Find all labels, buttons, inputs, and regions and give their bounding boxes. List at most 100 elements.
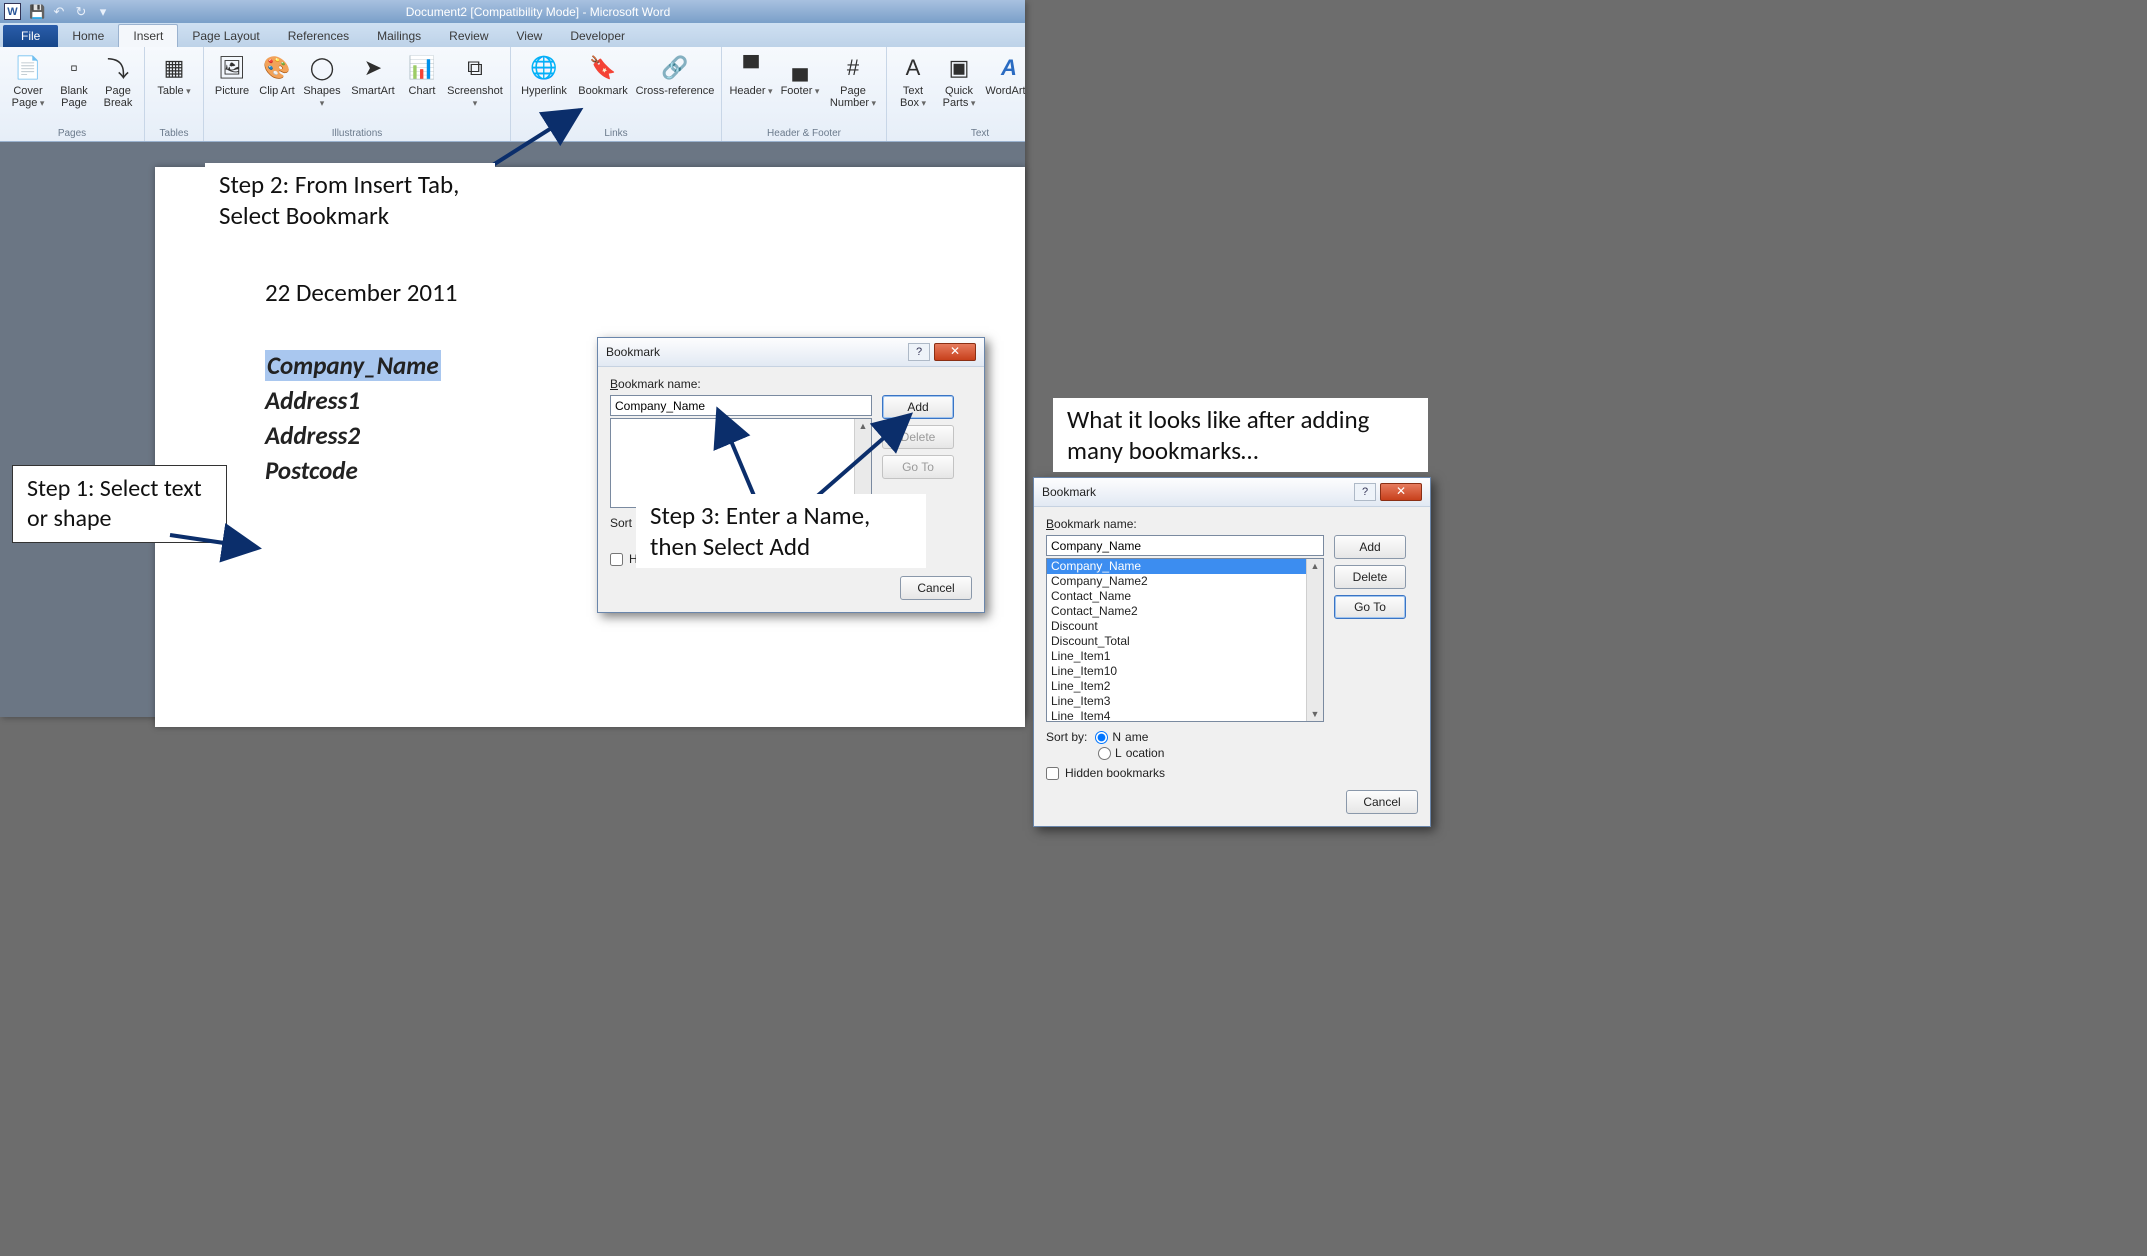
header-icon: ▀ bbox=[735, 52, 767, 84]
save-icon[interactable]: 💾 bbox=[29, 4, 45, 20]
wordart-button[interactable]: AWordArt bbox=[985, 50, 1025, 128]
smartart-button[interactable]: ➤SmartArt bbox=[348, 50, 398, 128]
list-item[interactable]: Line_Item3 bbox=[1047, 694, 1323, 709]
quick-parts-icon: ▣ bbox=[943, 52, 975, 84]
hyperlink-button[interactable]: 🌐Hyperlink bbox=[517, 50, 571, 128]
clipart-button[interactable]: 🎨 Clip Art bbox=[258, 50, 296, 128]
list-item[interactable]: Line_Item1 bbox=[1047, 649, 1323, 664]
tab-home[interactable]: Home bbox=[58, 25, 118, 47]
text-box-icon: A bbox=[897, 52, 929, 84]
list-item[interactable]: Company_Name bbox=[1047, 559, 1323, 574]
hidden-bookmarks-label: Hidden bookmarks bbox=[1065, 766, 1165, 780]
list-item[interactable]: Line_Item2 bbox=[1047, 679, 1323, 694]
list-item[interactable]: Company_Name2 bbox=[1047, 574, 1323, 589]
title-bar: W 💾 ↶ ↻ ▾ Document2 [Compatibility Mode]… bbox=[0, 0, 1025, 23]
close-icon[interactable]: ✕ bbox=[1380, 483, 1422, 501]
chart-button[interactable]: 📊 Chart bbox=[402, 50, 442, 128]
page-break-button[interactable]: ⤵ Page Break bbox=[98, 50, 138, 128]
goto-button[interactable]: Go To bbox=[1334, 595, 1406, 619]
shapes-button[interactable]: ◯Shapes bbox=[300, 50, 344, 128]
cross-reference-button[interactable]: 🔗Cross-reference bbox=[635, 50, 715, 128]
table-label: Table bbox=[157, 86, 190, 98]
bookmark-list[interactable]: Company_NameCompany_Name2Contact_NameCon… bbox=[1046, 558, 1324, 722]
scrollbar[interactable]: ▲▼ bbox=[1306, 559, 1323, 721]
tab-file[interactable]: File bbox=[3, 25, 58, 47]
group-text-label: Text bbox=[971, 128, 989, 141]
screenshot-button[interactable]: ⧉Screenshot bbox=[446, 50, 504, 128]
tab-insert[interactable]: Insert bbox=[118, 24, 178, 47]
close-icon[interactable]: ✕ bbox=[934, 343, 976, 361]
hidden-bookmarks-checkbox[interactable] bbox=[1046, 767, 1059, 780]
undo-icon[interactable]: ↶ bbox=[51, 4, 67, 20]
tab-references[interactable]: References bbox=[274, 25, 363, 47]
table-icon: ▦ bbox=[158, 52, 190, 84]
table-button[interactable]: ▦ Table bbox=[151, 50, 197, 128]
delete-button[interactable]: Delete bbox=[1334, 565, 1406, 589]
cover-page-button[interactable]: 📄 Cover Page bbox=[6, 50, 50, 128]
text-box-button[interactable]: AText Box bbox=[893, 50, 933, 128]
add-button[interactable]: Add bbox=[1334, 535, 1406, 559]
screenshot-icon: ⧉ bbox=[459, 52, 491, 84]
bookmark-button[interactable]: 🔖 Bookmark bbox=[575, 50, 631, 128]
quick-parts-button[interactable]: ▣Quick Parts bbox=[937, 50, 981, 128]
sort-name-radio[interactable]: Name bbox=[1095, 730, 1148, 744]
group-pages-label: Pages bbox=[58, 128, 86, 141]
footer-button[interactable]: ▄Footer bbox=[778, 50, 822, 128]
list-item[interactable]: Contact_Name bbox=[1047, 589, 1323, 604]
page-break-icon: ⤵ bbox=[102, 52, 134, 84]
bookmark-name-label: Bookmark name: bbox=[1046, 517, 1418, 531]
sort-location-radio[interactable]: Location bbox=[1098, 746, 1164, 760]
list-item[interactable]: Line_Item4 bbox=[1047, 709, 1323, 722]
cancel-button[interactable]: Cancel bbox=[900, 576, 972, 600]
picture-button[interactable]: 🖼Picture bbox=[210, 50, 254, 128]
cross-reference-label: Cross-reference bbox=[636, 86, 715, 98]
tab-view[interactable]: View bbox=[503, 25, 557, 47]
hidden-bookmarks-checkbox[interactable] bbox=[610, 553, 623, 566]
callout-after: What it looks like after adding many boo… bbox=[1053, 398, 1428, 472]
page-number-button[interactable]: #Page Number bbox=[826, 50, 880, 128]
goto-button: Go To bbox=[882, 455, 954, 479]
delete-button: Delete bbox=[882, 425, 954, 449]
blank-page-button[interactable]: ▫ Blank Page bbox=[54, 50, 94, 128]
list-item[interactable]: Contact_Name2 bbox=[1047, 604, 1323, 619]
callout-step3: Step 3: Enter a Name, then Select Add bbox=[636, 494, 926, 568]
tab-review[interactable]: Review bbox=[435, 25, 502, 47]
group-header-footer-label: Header & Footer bbox=[767, 128, 841, 141]
bookmark-name-input[interactable] bbox=[610, 395, 872, 416]
dialog-title: Bookmark bbox=[606, 345, 908, 359]
sortby-label: Sort by: bbox=[1046, 730, 1087, 744]
footer-icon: ▄ bbox=[784, 52, 816, 84]
tab-mailings[interactable]: Mailings bbox=[363, 25, 435, 47]
header-label: Header bbox=[729, 86, 772, 98]
group-links-label: Links bbox=[604, 128, 627, 141]
list-item[interactable]: Discount bbox=[1047, 619, 1323, 634]
chart-label: Chart bbox=[409, 86, 436, 98]
picture-label: Picture bbox=[215, 86, 249, 98]
group-pages: 📄 Cover Page ▫ Blank Page ⤵ Page Break P… bbox=[0, 47, 145, 141]
field-company-name-selected[interactable]: Company_Name bbox=[265, 350, 441, 381]
callout-step1: Step 1: Select text or shape bbox=[12, 465, 227, 543]
qat-dropdown-icon[interactable]: ▾ bbox=[95, 4, 111, 20]
header-button[interactable]: ▀ Header bbox=[728, 50, 774, 128]
redo-icon[interactable]: ↻ bbox=[73, 4, 89, 20]
help-icon[interactable]: ? bbox=[1354, 483, 1376, 501]
text-box-label: Text Box bbox=[893, 86, 933, 109]
tab-page-layout[interactable]: Page Layout bbox=[178, 25, 273, 47]
bookmark-name-input[interactable] bbox=[1046, 535, 1324, 556]
bookmark-icon: 🔖 bbox=[587, 52, 619, 84]
hyperlink-label: Hyperlink bbox=[521, 86, 567, 98]
tab-developer[interactable]: Developer bbox=[556, 25, 639, 47]
group-illustrations-label: Illustrations bbox=[332, 128, 383, 141]
list-item[interactable]: Line_Item10 bbox=[1047, 664, 1323, 679]
list-item[interactable]: Discount_Total bbox=[1047, 634, 1323, 649]
quick-parts-label: Quick Parts bbox=[937, 86, 981, 109]
cancel-button[interactable]: Cancel bbox=[1346, 790, 1418, 814]
bookmark-label: Bookmark bbox=[578, 86, 628, 98]
add-button[interactable]: Add bbox=[882, 395, 954, 419]
group-header-footer: ▀ Header ▄Footer #Page Number Header & Fo… bbox=[722, 47, 887, 141]
chart-icon: 📊 bbox=[406, 52, 438, 84]
callout-step2: Step 2: From Insert Tab, Select Bookmark bbox=[205, 163, 495, 237]
help-icon[interactable]: ? bbox=[908, 343, 930, 361]
clipart-icon: 🎨 bbox=[261, 52, 293, 84]
clipart-label: Clip Art bbox=[259, 86, 294, 98]
